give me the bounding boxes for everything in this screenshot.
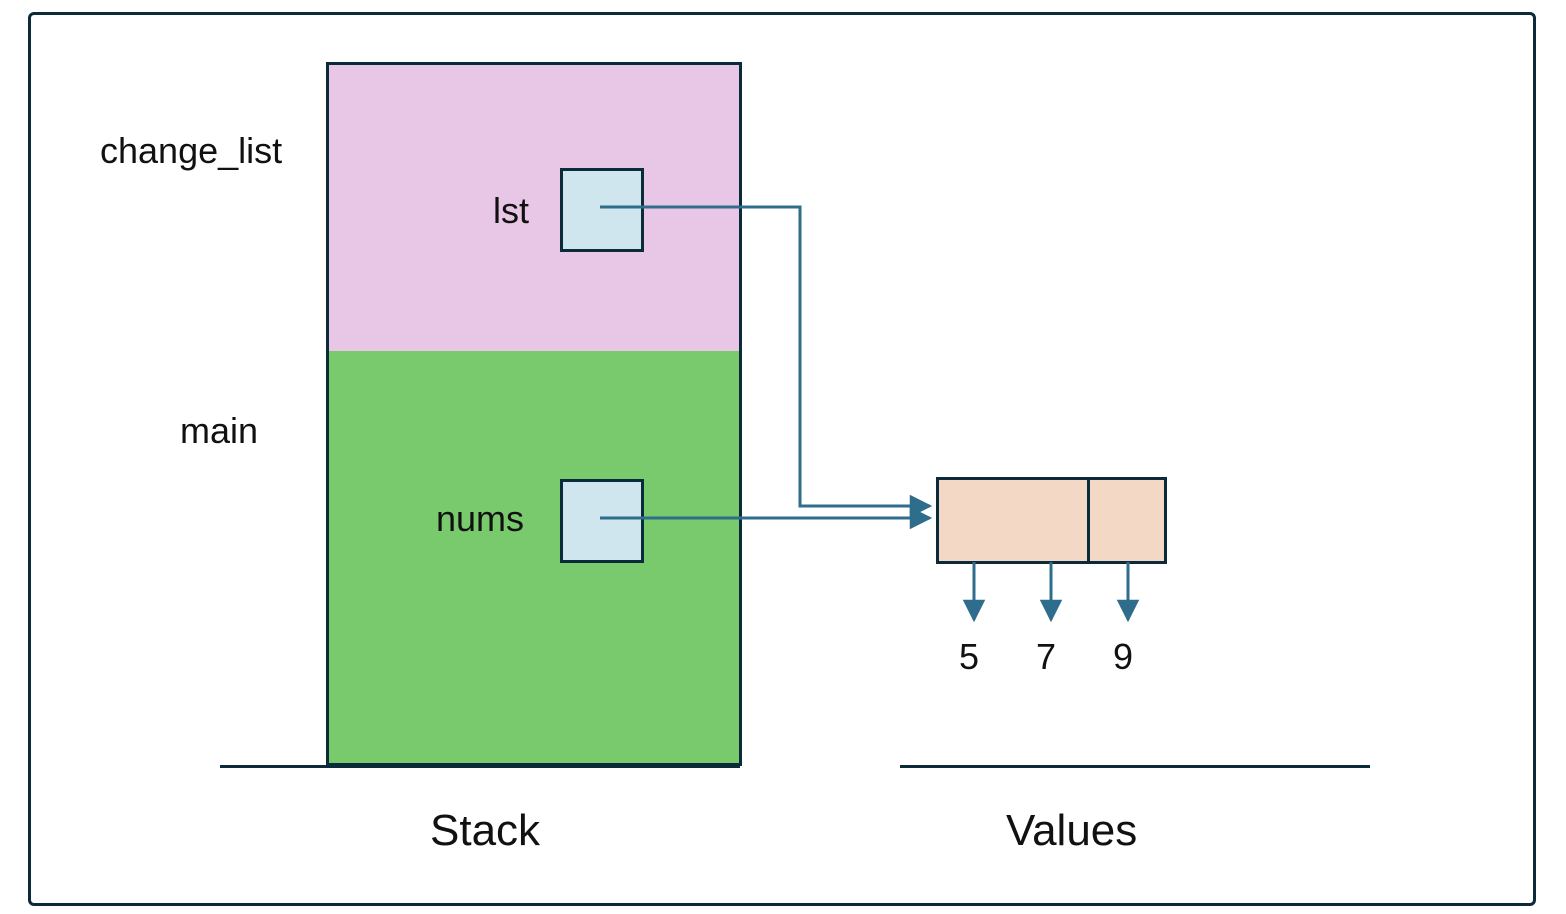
list-value-2: 9 [1113,636,1133,678]
frame-label-change-list: change_list [100,130,282,172]
baseline-stack [220,765,740,768]
list-cell-0 [936,477,1016,564]
section-label-values: Values [1006,806,1137,856]
stack-frame-main [326,351,742,766]
var-box-nums [560,479,644,563]
list-value-1: 7 [1036,636,1056,678]
list-cell-1 [1013,477,1090,564]
list-cell-2 [1090,477,1167,564]
baseline-values [900,765,1370,768]
var-label-lst: lst [493,190,529,232]
frame-label-main: main [180,410,258,452]
diagram-canvas: change_list main lst nums Stack Values 5… [0,0,1566,914]
var-label-nums: nums [436,498,524,540]
section-label-stack: Stack [430,806,540,856]
var-box-lst [560,168,644,252]
list-value-0: 5 [959,636,979,678]
stack-frame-change-list [326,62,742,357]
